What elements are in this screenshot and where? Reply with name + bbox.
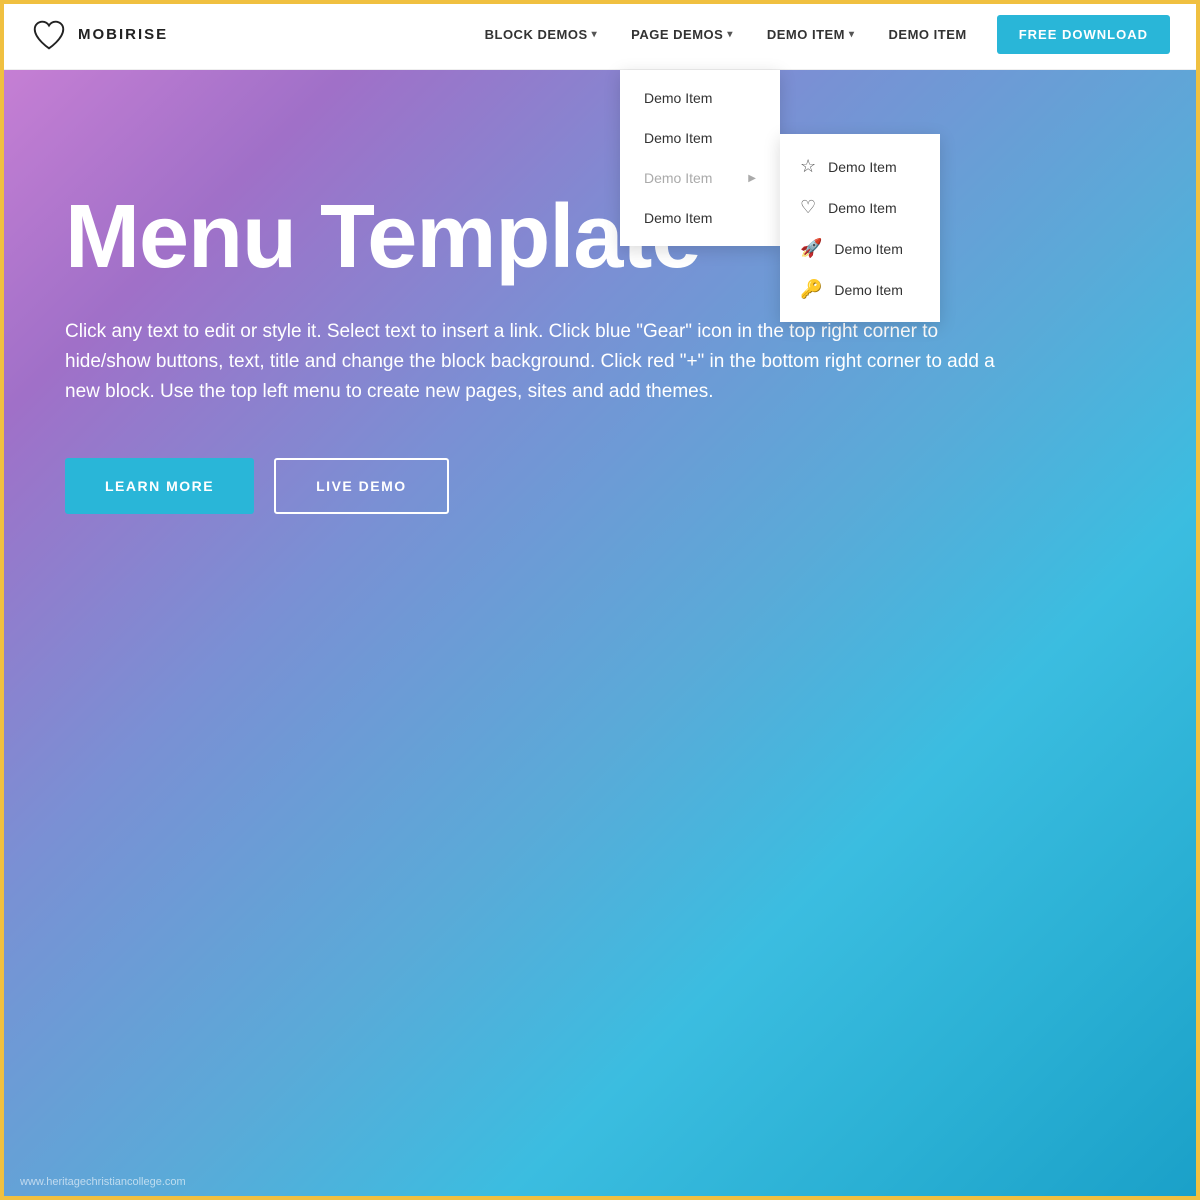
dropdown-sub-item-3[interactable]: 🚀 Demo Item bbox=[780, 228, 940, 269]
hero-section: Menu Template Click any text to edit or … bbox=[0, 70, 1200, 1200]
brand[interactable]: MOBIRISE bbox=[30, 16, 168, 54]
nav-items: BLOCK DEMOS ▾ PAGE DEMOS ▾ DEMO ITEM ▾ D… bbox=[471, 15, 1170, 54]
gold-border-right bbox=[1196, 0, 1200, 1200]
dropdown-sub-item-2[interactable]: ♡ Demo Item bbox=[780, 187, 940, 228]
learn-more-button[interactable]: LEARN MORE bbox=[65, 458, 254, 514]
rocket-icon: 🚀 bbox=[800, 238, 822, 259]
star-icon: ☆ bbox=[800, 156, 816, 177]
dropdown-item-2[interactable]: Demo Item bbox=[620, 118, 780, 158]
dropdown-sub-item-4[interactable]: 🔑 Demo Item bbox=[780, 269, 940, 310]
live-demo-button[interactable]: LIVE DEMO bbox=[274, 458, 449, 514]
dropdown-sub-item-1[interactable]: ☆ Demo Item bbox=[780, 146, 940, 187]
gold-border-top bbox=[0, 0, 1200, 4]
gold-border-bottom bbox=[0, 1196, 1200, 1200]
gold-border-left bbox=[0, 0, 4, 1200]
chevron-down-icon: ▾ bbox=[849, 29, 855, 40]
heart-icon bbox=[30, 16, 68, 54]
sub-arrow-icon: ▶ bbox=[748, 173, 756, 184]
nav-item-demo-item-1[interactable]: DEMO ITEM ▾ bbox=[753, 19, 869, 50]
free-download-button[interactable]: FREE DOWNLOAD bbox=[997, 15, 1170, 54]
chevron-down-icon: ▾ bbox=[592, 29, 598, 40]
navbar: MOBIRISE BLOCK DEMOS ▾ PAGE DEMOS ▾ DEMO… bbox=[0, 0, 1200, 70]
watermark: www.heritagechristiancollege.com bbox=[20, 1176, 186, 1188]
nav-item-page-demos[interactable]: PAGE DEMOS ▾ bbox=[617, 19, 747, 50]
brand-name: MOBIRISE bbox=[78, 26, 168, 43]
dropdown-item-3[interactable]: Demo Item ▶ bbox=[620, 158, 780, 198]
hero-title: Menu Template bbox=[65, 190, 1135, 285]
dropdown-secondary: ☆ Demo Item ♡ Demo Item 🚀 Demo Item 🔑 De… bbox=[780, 134, 940, 322]
nav-item-block-demos[interactable]: BLOCK DEMOS ▾ bbox=[471, 19, 612, 50]
chevron-down-icon: ▾ bbox=[727, 29, 733, 40]
nav-item-demo-item-2[interactable]: DEMO ITEM bbox=[875, 19, 981, 50]
dropdown-item-4[interactable]: Demo Item bbox=[620, 198, 780, 238]
heart-icon: ♡ bbox=[800, 197, 816, 218]
dropdown-container: Demo Item Demo Item Demo Item ▶ Demo Ite… bbox=[620, 70, 780, 246]
dropdown-item-1[interactable]: Demo Item bbox=[620, 78, 780, 118]
hero-description: Click any text to edit or style it. Sele… bbox=[65, 317, 1025, 408]
dropdown-primary: Demo Item Demo Item Demo Item ▶ Demo Ite… bbox=[620, 70, 780, 246]
hero-buttons: LEARN MORE LIVE DEMO bbox=[65, 458, 1135, 514]
key-icon: 🔑 bbox=[800, 279, 822, 300]
